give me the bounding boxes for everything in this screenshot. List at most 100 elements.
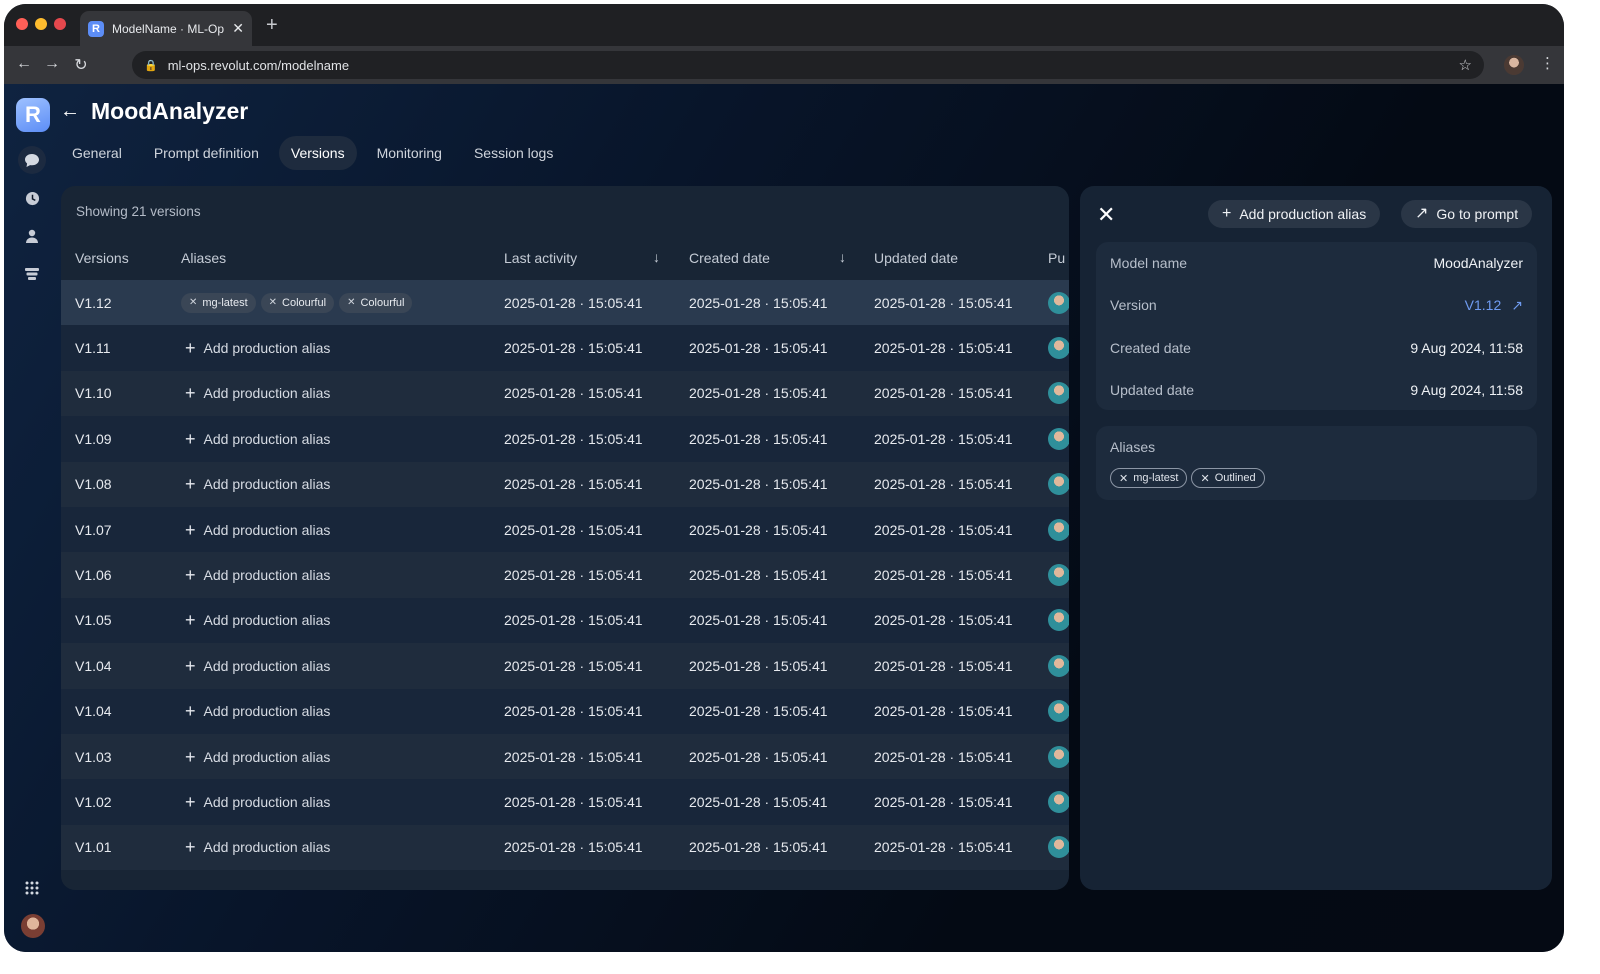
browser-profile-avatar[interactable] bbox=[1504, 55, 1524, 75]
sort-down-arrow-icon[interactable]: ↓ bbox=[653, 249, 660, 265]
stack-icon[interactable] bbox=[18, 260, 46, 288]
forward-arrow-icon[interactable]: → bbox=[42, 55, 62, 73]
alias-chip[interactable]: ✕ mg-latest bbox=[1110, 468, 1188, 488]
publisher-avatar[interactable] bbox=[1048, 790, 1069, 813]
aliases-cell: + Add production alias bbox=[181, 552, 330, 597]
publisher-avatar[interactable] bbox=[1048, 382, 1069, 405]
table-row[interactable]: V1.09 + Add production alias 2025-01-28 · 1… bbox=[61, 416, 1069, 462]
sort-down-arrow-icon[interactable]: ↓ bbox=[839, 249, 846, 265]
version-link[interactable]: V1.12 ↗ bbox=[1465, 297, 1523, 314]
chat-icon[interactable] bbox=[18, 146, 46, 174]
alias-chip[interactable]: ✕ Colourful bbox=[339, 292, 413, 313]
reload-icon[interactable]: ↻ bbox=[71, 55, 91, 75]
remove-alias-icon[interactable]: ✕ bbox=[1119, 472, 1128, 485]
alias-chip[interactable]: ✕ Colourful bbox=[260, 292, 335, 313]
go-to-prompt-button[interactable]: ↗ Go to prompt bbox=[1401, 200, 1533, 228]
browser-tab-active[interactable]: R ModelName · ML-Ops ✕ bbox=[80, 11, 252, 46]
app-logo[interactable]: R bbox=[16, 98, 50, 132]
add-production-alias-link[interactable]: + Add production alias bbox=[181, 566, 330, 584]
section-tabs: General Prompt definition Versions Monit… bbox=[60, 136, 565, 172]
updated-date-cell: 2025-01-28 · 15:05:41 bbox=[874, 476, 1013, 493]
plus-icon: + bbox=[185, 701, 196, 722]
publisher-avatar[interactable] bbox=[1048, 518, 1069, 541]
publisher-avatar[interactable] bbox=[1048, 473, 1069, 496]
table-row[interactable]: V1.08 + Add production alias 2025-01-28 · 1… bbox=[61, 461, 1069, 507]
publisher-avatar[interactable] bbox=[1048, 700, 1069, 723]
user-avatar[interactable] bbox=[21, 914, 45, 938]
close-window-button[interactable] bbox=[16, 18, 28, 30]
tab-general[interactable]: General bbox=[60, 136, 134, 170]
last-activity-cell: 2025-01-28 · 15:05:41 bbox=[504, 521, 643, 538]
add-production-alias-link[interactable]: + Add production alias bbox=[181, 838, 330, 856]
table-row[interactable]: V1.12 ✕ mg-latest ✕ Colourful ✕ Colourful 2025-… bbox=[61, 280, 1069, 326]
add-production-alias-link[interactable]: + Add production alias bbox=[181, 430, 330, 448]
publisher-avatar[interactable] bbox=[1048, 564, 1069, 587]
clock-icon[interactable] bbox=[18, 184, 46, 212]
table-row[interactable]: V1.04 + Add production alias 2025-01-28 · 1… bbox=[61, 643, 1069, 689]
table-row[interactable]: V1.01 + Add production alias 2025-01-28 · 1… bbox=[61, 824, 1069, 871]
version-cell: V1.03 bbox=[75, 748, 112, 765]
minimize-window-button[interactable] bbox=[35, 18, 47, 30]
close-icon[interactable]: ✕ bbox=[1097, 202, 1115, 228]
plus-icon: + bbox=[185, 474, 196, 495]
publisher-avatar[interactable] bbox=[1048, 745, 1069, 768]
published-by-cell bbox=[1048, 325, 1069, 370]
publisher-avatar[interactable] bbox=[1048, 291, 1069, 314]
publisher-avatar[interactable] bbox=[1048, 609, 1069, 632]
alias-chip[interactable]: ✕ mg-latest bbox=[181, 292, 256, 313]
version-cell: V1.05 bbox=[75, 612, 112, 629]
table-row[interactable]: V1.11 + Add production alias 2025-01-28 · 1… bbox=[61, 325, 1069, 371]
table-row[interactable]: V1.03 + Add production alias 2025-01-28 · 1… bbox=[61, 733, 1069, 780]
close-tab-icon[interactable]: ✕ bbox=[232, 20, 244, 37]
add-production-alias-link[interactable]: + Add production alias bbox=[181, 702, 330, 720]
alias-chip[interactable]: ✕ Outlined bbox=[1191, 468, 1265, 488]
column-header-last-activity[interactable]: Last activity bbox=[504, 250, 577, 266]
updated-date-label: Updated date bbox=[1110, 382, 1195, 398]
table-row[interactable]: V1.02 + Add production alias 2025-01-28 · 1… bbox=[61, 779, 1069, 825]
add-production-alias-label: Add production alias bbox=[203, 521, 331, 538]
remove-alias-icon[interactable]: ✕ bbox=[189, 297, 197, 308]
add-production-alias-label: Add production alias bbox=[203, 657, 331, 674]
add-production-alias-link[interactable]: + Add production alias bbox=[181, 339, 330, 357]
alias-chip-label: Outlined bbox=[1214, 472, 1256, 484]
remove-alias-icon[interactable]: ✕ bbox=[1200, 472, 1209, 485]
publisher-avatar[interactable] bbox=[1048, 337, 1069, 360]
add-production-alias-label: Add production alias bbox=[203, 748, 331, 765]
table-row[interactable]: V1.05 + Add production alias 2025-01-28 · 1… bbox=[61, 597, 1069, 644]
add-production-alias-button[interactable]: + Add production alias bbox=[1208, 200, 1381, 228]
back-arrow-icon[interactable]: ← bbox=[60, 100, 80, 123]
maximize-window-button[interactable] bbox=[54, 18, 66, 30]
remove-alias-icon[interactable]: ✕ bbox=[269, 297, 277, 308]
table-row[interactable]: V1.04 + Add production alias 2025-01-28 · 1… bbox=[61, 688, 1069, 734]
add-production-alias-link[interactable]: + Add production alias bbox=[181, 657, 330, 675]
column-header-updated-date[interactable]: Updated date bbox=[874, 250, 958, 266]
add-production-alias-link[interactable]: + Add production alias bbox=[181, 475, 330, 493]
add-production-alias-link[interactable]: + Add production alias bbox=[181, 748, 330, 766]
tab-versions[interactable]: Versions bbox=[278, 136, 357, 170]
column-header-created-date[interactable]: Created date bbox=[689, 250, 770, 266]
tab-session-logs[interactable]: Session logs bbox=[462, 136, 565, 170]
publisher-avatar[interactable] bbox=[1048, 654, 1069, 677]
apps-grid-icon[interactable] bbox=[18, 874, 46, 902]
add-production-alias-link[interactable]: + Add production alias bbox=[181, 611, 330, 629]
aliases-cell: + Add production alias bbox=[181, 371, 330, 416]
plus-icon: + bbox=[185, 565, 196, 586]
tab-prompt-definition[interactable]: Prompt definition bbox=[142, 136, 271, 170]
add-production-alias-link[interactable]: + Add production alias bbox=[181, 521, 330, 539]
table-row[interactable]: V1.07 + Add production alias 2025-01-28 · 1… bbox=[61, 506, 1069, 553]
add-production-alias-link[interactable]: + Add production alias bbox=[181, 384, 330, 402]
address-bar[interactable]: 🔒 ml-ops.revolut.com/modelname ☆ bbox=[132, 51, 1484, 79]
add-production-alias-link[interactable]: + Add production alias bbox=[181, 793, 330, 811]
back-arrow-icon[interactable]: ← bbox=[14, 55, 34, 73]
table-row[interactable]: V1.06 + Add production alias 2025-01-28 · 1… bbox=[61, 552, 1069, 598]
user-icon[interactable] bbox=[18, 222, 46, 250]
browser-menu-icon[interactable]: ⋮ bbox=[1540, 54, 1555, 72]
table-row[interactable]: V1.10 + Add production alias 2025-01-28 · 1… bbox=[61, 370, 1069, 417]
bookmark-star-icon[interactable]: ☆ bbox=[1459, 56, 1472, 74]
tab-monitoring[interactable]: Monitoring bbox=[365, 136, 454, 170]
publisher-avatar[interactable] bbox=[1048, 836, 1069, 859]
new-tab-icon[interactable]: + bbox=[266, 14, 278, 37]
publisher-avatar[interactable] bbox=[1048, 427, 1069, 450]
published-by-cell bbox=[1048, 507, 1069, 552]
remove-alias-icon[interactable]: ✕ bbox=[347, 297, 355, 308]
